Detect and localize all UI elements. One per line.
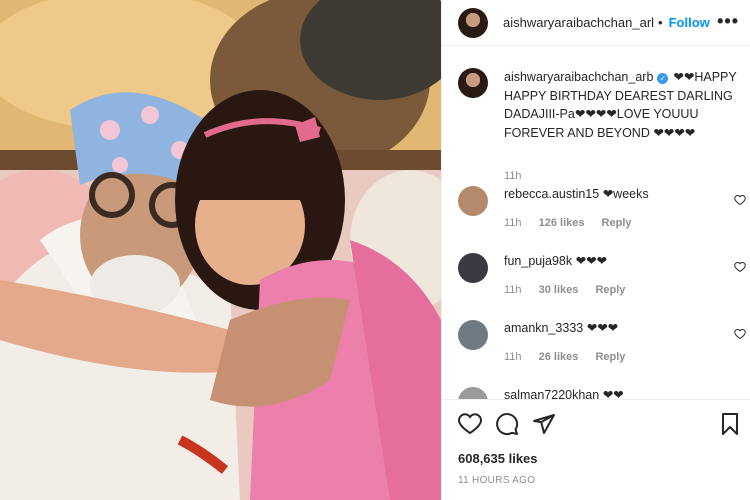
reply-button[interactable]: Reply	[595, 284, 625, 296]
comment-meta: 11h 30 likes Reply	[504, 284, 639, 296]
post-side-panel: aishwaryaraibachchan_arl • Follow ••• ai…	[441, 0, 750, 500]
comment-icon[interactable]	[495, 412, 519, 436]
commenter-avatar[interactable]	[458, 253, 488, 283]
verified-badge-icon: ✓	[657, 73, 669, 84]
caption-text: aishwaryaraibachchan_arb ✓ ❤❤HAPPY HAPPY B…	[504, 68, 749, 142]
follow-button[interactable]: Follow	[669, 15, 710, 30]
post-timestamp[interactable]: 11 HOURS AGO	[458, 475, 535, 486]
reply-button[interactable]: Reply	[595, 351, 625, 363]
commenter-avatar[interactable]	[458, 320, 488, 350]
comment-time: 11h	[504, 284, 522, 296]
bookmark-icon[interactable]	[718, 412, 742, 436]
comment-meta: 11h 26 likes Reply	[504, 351, 639, 363]
comment-text: fun_puja98k ❤❤❤	[504, 253, 607, 268]
comment-username[interactable]: fun_puja98k	[504, 254, 572, 268]
commenter-avatar[interactable]	[458, 186, 488, 216]
comment-item: rebecca.austin15 ❤weeks 11h 126 likes Re…	[458, 186, 748, 236]
comment-username[interactable]: rebecca.austin15	[504, 187, 599, 201]
author-username[interactable]: aishwaryaraibachchan_arl	[503, 15, 654, 30]
comment-heart-icon[interactable]	[734, 261, 746, 273]
more-dots-icon[interactable]: •••	[717, 11, 739, 32]
comment-likes[interactable]: 126 likes	[539, 217, 585, 229]
post-actions: 608,635 likes 11 HOURS AGO	[442, 399, 750, 500]
commenter-avatar[interactable]	[458, 387, 488, 399]
comment-body: ❤❤	[602, 388, 624, 399]
comment-likes[interactable]: 30 likes	[539, 284, 579, 296]
comment-heart-icon[interactable]	[734, 194, 746, 206]
send-icon[interactable]	[532, 412, 556, 436]
caption-time: 11h	[504, 170, 522, 182]
comments-list[interactable]: aishwaryaraibachchan_arb ✓ ❤❤HAPPY HAPPY B…	[442, 46, 750, 399]
comment-body: ❤❤❤	[586, 321, 619, 335]
comment-time: 11h	[504, 351, 522, 363]
comment-heart-icon[interactable]	[734, 328, 746, 340]
comment-body: ❤❤❤	[575, 254, 608, 268]
post-photo[interactable]	[0, 0, 441, 500]
post-likes-count[interactable]: 608,635 likes	[458, 451, 538, 466]
caption-avatar[interactable]	[458, 68, 488, 98]
comment-meta: 11h 126 likes Reply	[504, 217, 646, 229]
comment-likes[interactable]: 26 likes	[539, 351, 579, 363]
comment-item: fun_puja98k ❤❤❤ 11h 30 likes Reply	[458, 253, 748, 303]
comment-text: rebecca.austin15 ❤weeks	[504, 186, 649, 201]
post-photo-art	[0, 0, 441, 500]
header-separator: •	[658, 15, 663, 30]
reply-button[interactable]: Reply	[602, 217, 632, 229]
comment-time: 11h	[504, 217, 522, 229]
comment-body: ❤weeks	[602, 187, 649, 201]
caption-username[interactable]: aishwaryaraibachchan_arb	[504, 70, 653, 84]
comment-item: salman7220khan ❤❤	[458, 387, 748, 399]
comment-username[interactable]: amankn_3333	[504, 321, 583, 335]
author-avatar[interactable]	[458, 7, 488, 38]
comment-username[interactable]: salman7220khan	[504, 388, 599, 399]
comment-text: amankn_3333 ❤❤❤	[504, 320, 618, 335]
comment-item: amankn_3333 ❤❤❤ 11h 26 likes Reply	[458, 320, 748, 370]
comment-text: salman7220khan ❤❤	[504, 387, 624, 399]
post-header: aishwaryaraibachchan_arl • Follow •••	[442, 0, 750, 46]
heart-icon[interactable]	[458, 412, 482, 436]
